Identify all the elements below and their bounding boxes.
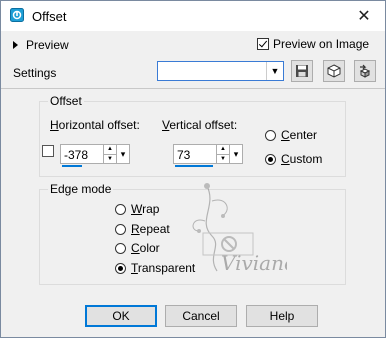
link-offsets-checkbox[interactable] (42, 145, 54, 157)
horizontal-mnemonic: H (50, 118, 59, 132)
edge-repeat-radio[interactable]: Repeat (115, 222, 170, 236)
repeat-label-rest: epeat (139, 222, 170, 236)
custom-label-rest: ustom (289, 152, 323, 166)
chevron-down-icon[interactable]: ▼ (266, 62, 283, 80)
step-down-icon[interactable]: ▼ (104, 155, 116, 164)
preview-on-image-checkbox[interactable]: Preview on Image (257, 37, 369, 51)
wrap-label: Wrap (131, 202, 159, 216)
save-preset-button[interactable] (291, 60, 313, 82)
color-label: Color (131, 241, 160, 255)
chevron-down-icon: ▾ (233, 148, 239, 159)
vertical-offset-input[interactable]: 73 (173, 144, 217, 164)
expand-triangle-icon (13, 41, 18, 49)
edge-wrap-radio[interactable]: Wrap (115, 202, 159, 216)
edge-transparent-radio[interactable]: Transparent (115, 261, 195, 275)
help-button[interactable]: Help (246, 305, 318, 327)
custom-label: Custom (281, 152, 322, 166)
radio-selected-icon[interactable] (265, 153, 276, 165)
vertical-offset-indicator (175, 165, 213, 167)
horizontal-offset-slider-button[interactable]: ▾ (117, 144, 130, 164)
offset-custom-radio[interactable]: Custom (265, 152, 322, 166)
offset-dialog: Offset ✕ Preview Preview on Image Settin… (0, 0, 386, 338)
custom-mnemonic: C (281, 152, 290, 166)
step-up-icon[interactable]: ▲ (104, 145, 116, 155)
separator (1, 88, 385, 89)
preview-on-image-label: Preview on Image (273, 37, 370, 51)
transparent-label-rest: ransparent (137, 261, 196, 275)
radio-selected-icon[interactable] (115, 262, 126, 274)
center-label: Center (281, 128, 317, 142)
title-bar: Offset ✕ (1, 1, 385, 31)
step-down-icon[interactable]: ▼ (217, 155, 229, 164)
repeat-mnemonic: R (131, 222, 140, 236)
horizontal-offset-indicator (62, 165, 82, 167)
center-mnemonic: C (281, 128, 290, 142)
center-label-rest: enter (289, 128, 318, 142)
checkbox-checked-icon[interactable] (257, 38, 269, 50)
horizontal-offset-spinner[interactable]: -378 ▲ ▼ ▾ (60, 144, 130, 167)
preview-label: Preview (26, 38, 69, 52)
radio-icon[interactable] (115, 242, 126, 254)
horizontal-offset-label: Horizontal offset: (50, 118, 140, 132)
horizontal-offset-stepper[interactable]: ▲ ▼ (104, 144, 117, 164)
preview-expander[interactable]: Preview (13, 38, 69, 52)
radio-icon[interactable] (265, 129, 276, 141)
transparent-mnemonic: T (131, 261, 138, 275)
cancel-button[interactable]: Cancel (165, 305, 237, 327)
horizontal-label-rest: orizontal offset: (58, 118, 140, 132)
chevron-down-icon: ▾ (120, 148, 126, 159)
radio-icon[interactable] (115, 203, 126, 215)
app-icon (10, 8, 24, 22)
dice-icon (327, 64, 341, 78)
color-label-rest: olor (139, 241, 160, 255)
vertical-offset-label: Vertical offset: (162, 118, 237, 132)
reset-button[interactable] (354, 60, 376, 82)
color-mnemonic: C (131, 241, 140, 255)
vertical-offset-spinner[interactable]: 73 ▲ ▼ ▾ (173, 144, 243, 167)
wrap-mnemonic: W (131, 202, 143, 216)
step-up-icon[interactable]: ▲ (217, 145, 229, 155)
radio-icon[interactable] (115, 223, 126, 235)
randomize-button[interactable] (323, 60, 345, 82)
watermark-text: Viviane (221, 251, 287, 275)
vertical-offset-slider-button[interactable]: ▾ (230, 144, 243, 164)
window-title: Offset (32, 9, 67, 24)
edge-mode-group-title: Edge mode (48, 182, 114, 196)
reset-icon (359, 64, 371, 78)
ok-button[interactable]: OK (85, 305, 157, 327)
offset-group-title: Offset (48, 94, 84, 108)
offset-center-radio[interactable]: Center (265, 128, 317, 142)
vertical-offset-stepper[interactable]: ▲ ▼ (217, 144, 230, 164)
edge-color-radio[interactable]: Color (115, 241, 160, 255)
close-button[interactable]: ✕ (343, 1, 385, 31)
floppy-disk-icon (296, 65, 308, 77)
settings-label: Settings (13, 66, 57, 80)
transparent-label: Transparent (131, 261, 195, 275)
settings-dropdown[interactable]: ▼ (157, 61, 284, 81)
horizontal-offset-input[interactable]: -378 (60, 144, 104, 164)
vertical-label-rest: ertical offset: (169, 118, 238, 132)
repeat-label: Repeat (131, 222, 170, 236)
close-icon: ✕ (357, 8, 371, 25)
wrap-label-rest: rap (142, 202, 160, 216)
